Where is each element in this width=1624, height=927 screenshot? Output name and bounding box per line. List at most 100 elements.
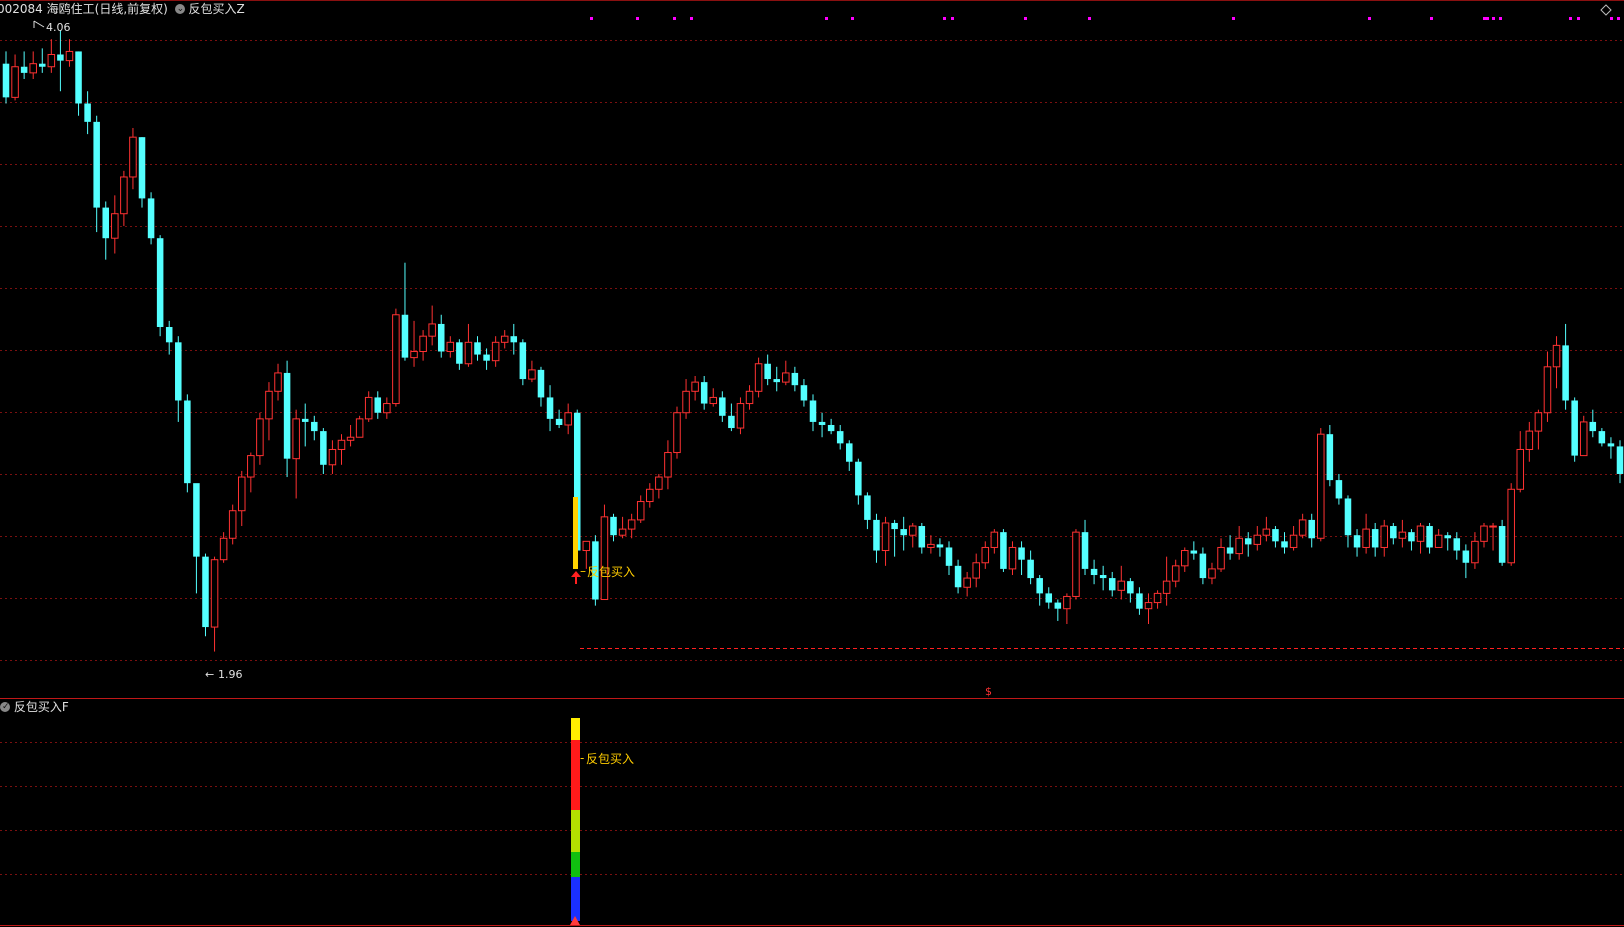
candle-body: [1171, 565, 1180, 582]
signal-bar-main: [573, 497, 578, 569]
marker-dot: [1492, 17, 1495, 20]
candle-body: [374, 397, 382, 413]
candle-body: [1136, 593, 1143, 609]
candle-body: [564, 412, 572, 426]
candle-body: [102, 207, 110, 239]
candle-body: [256, 418, 264, 457]
candle-body: [1262, 528, 1271, 536]
candle-body: [1335, 480, 1343, 499]
candle-body: [1289, 534, 1298, 548]
indicator-toggle-sub[interactable]: ✓: [0, 702, 10, 712]
candle: [355, 415, 364, 438]
candle-body: [555, 418, 563, 425]
candle-body: [1054, 602, 1062, 609]
candle-body: [1090, 568, 1098, 576]
candle-body: [1308, 519, 1315, 539]
candle-body: [483, 354, 490, 361]
candle-body: [1000, 532, 1007, 569]
candle-body: [1081, 532, 1089, 569]
period-label: (日线,前复权): [94, 2, 168, 16]
candle-body: [410, 351, 418, 359]
candle-body: [510, 336, 518, 343]
candle-body: [764, 363, 771, 380]
marker-dot: [1368, 17, 1371, 20]
candle: [202, 553, 209, 637]
candle-body: [265, 390, 273, 420]
signal-label-sub: 反包买入: [586, 752, 634, 766]
candle-body: [1235, 537, 1243, 555]
marker-dot: [1617, 17, 1620, 20]
candle: [392, 308, 400, 407]
candle-body: [954, 565, 962, 588]
candle-body: [184, 400, 191, 484]
candle-body: [1444, 535, 1451, 539]
candle-body: [1534, 412, 1543, 432]
candle-body: [364, 396, 373, 420]
candle-body: [39, 63, 46, 67]
candle-body: [1525, 430, 1534, 450]
chevron-down-icon: ⌄: [176, 4, 185, 14]
candle: [673, 406, 681, 459]
candle-body: [129, 136, 137, 178]
candle-body: [292, 418, 300, 460]
indicator-name-sub[interactable]: 反包买入F: [14, 700, 69, 714]
candle-body: [818, 421, 826, 425]
candle-body: [228, 510, 237, 539]
candle-body: [719, 397, 726, 416]
candle-body: [1117, 580, 1126, 591]
candle-body: [219, 537, 228, 561]
candle-body: [1371, 529, 1379, 548]
candle-body: [474, 342, 481, 355]
candle-body: [29, 63, 37, 74]
marker-dot: [690, 17, 693, 20]
candle: [156, 235, 164, 337]
candle-body: [836, 431, 844, 444]
candle-body: [1008, 546, 1017, 570]
candle-body: [728, 415, 735, 429]
marker-dot: [825, 17, 828, 20]
marker-dot: [951, 17, 954, 20]
signal-label-main: 反包买入: [587, 565, 635, 579]
candle-body: [754, 363, 763, 392]
candle-body: [147, 198, 155, 239]
dollar-marker: $: [985, 685, 992, 698]
indicator-toggle-main[interactable]: ⌄: [174, 4, 185, 14]
candle-body: [881, 522, 890, 552]
indicator-name-main[interactable]: 反包买入Z: [189, 2, 245, 16]
candle: [1000, 529, 1007, 572]
candle-body: [247, 455, 255, 478]
marker-dot: [851, 17, 854, 20]
check-icon: ✓: [2, 702, 10, 712]
candle-body: [2, 63, 10, 98]
candle-body: [891, 522, 898, 530]
candle-body: [855, 461, 862, 496]
candle-body: [519, 342, 527, 380]
candle-body: [655, 476, 663, 490]
candle-body: [65, 50, 74, 62]
candle: [1326, 424, 1334, 487]
candle-body: [320, 431, 327, 465]
candle-body: [1434, 534, 1443, 548]
candle-body: [927, 543, 935, 548]
candle-body: [1063, 595, 1071, 610]
high-price-label: 4.06: [46, 21, 71, 34]
candle-body: [646, 488, 654, 503]
candle-body: [1099, 575, 1107, 579]
candle-body: [1226, 547, 1234, 554]
candle-body: [1380, 525, 1389, 548]
candle-body: [918, 526, 926, 548]
candle-body: [1353, 535, 1361, 548]
candle-body: [864, 495, 871, 520]
candle-body: [165, 327, 173, 343]
candle-body: [1344, 498, 1352, 536]
candle-body: [1217, 546, 1225, 570]
candle-body: [782, 372, 790, 383]
candle: [1072, 529, 1080, 600]
marker-dot: [636, 17, 639, 20]
low-price-label: 1.96: [218, 668, 243, 681]
candle-body: [627, 519, 636, 530]
candle-body: [963, 577, 971, 588]
candle-body: [283, 372, 291, 459]
candle-body: [1398, 531, 1407, 539]
chart-background: [0, 0, 1624, 927]
